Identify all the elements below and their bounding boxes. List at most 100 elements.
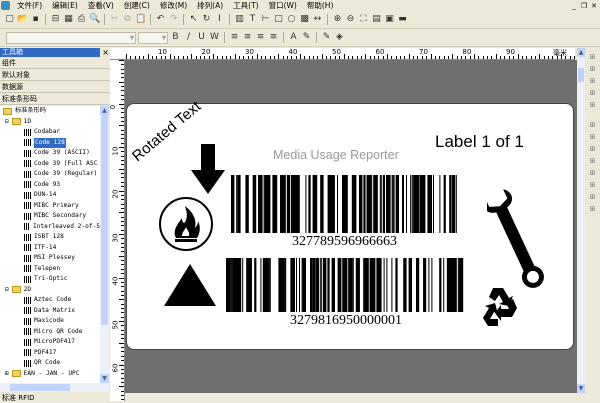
text-color-icon[interactable]: A <box>288 32 299 43</box>
dimension-tool-icon[interactable]: ↔ <box>312 14 323 25</box>
canvas-scroll-up[interactable]: ▲ <box>577 48 585 57</box>
barcode-2[interactable] <box>226 258 466 312</box>
wrench-icon[interactable] <box>487 184 547 292</box>
tree-group[interactable]: ⊞ EAN - JAN - UPC <box>0 369 100 380</box>
toolbox-section[interactable]: 数据源 <box>0 81 110 93</box>
toolbox-section[interactable]: 标准条形码 <box>0 93 110 105</box>
toolbox-section[interactable]: 默认对象 <box>0 69 110 81</box>
tree-item[interactable]: Code 39 (Regular) <box>0 169 100 180</box>
same-width-icon[interactable]: ⊞ <box>587 144 598 155</box>
tree-item[interactable]: Telepen <box>0 264 100 275</box>
view-printer-icon[interactable]: ▬ <box>397 14 408 25</box>
label-counter[interactable]: Label 1 of 1 <box>435 132 524 152</box>
toolbox-footer-section[interactable]: 标准 RFID <box>2 393 35 403</box>
tree-item[interactable]: Aztec Code <box>0 295 100 306</box>
barcode-tool-icon[interactable]: ▥ <box>234 14 245 25</box>
same-height-icon[interactable]: ⊞ <box>587 156 598 167</box>
font-name-select[interactable] <box>6 31 136 44</box>
align-left-icon[interactable]: ≡ <box>229 32 240 43</box>
expand-icon[interactable]: ⊞ <box>5 369 9 380</box>
line-color-icon[interactable]: ✎ <box>301 32 312 43</box>
tree-horizontal-scrollbar[interactable] <box>0 383 109 392</box>
open-icon[interactable]: 📂 <box>17 14 28 25</box>
menu-item[interactable]: 查看(V) <box>83 0 119 11</box>
tree-item[interactable]: Code 39 (ASCII) <box>0 148 100 159</box>
distribute-h-icon[interactable]: ⊞ <box>587 120 598 131</box>
canvas-vertical-scrollbar[interactable]: ▲ ▼ <box>577 48 585 393</box>
paste-icon[interactable]: 📋 <box>135 14 146 25</box>
menu-item[interactable]: 编辑(E) <box>47 0 83 11</box>
line-tool-icon[interactable]: ⊢ <box>260 14 271 25</box>
select-pointer-icon[interactable]: ↖ <box>188 14 199 25</box>
tree-item[interactable]: Data Matrix <box>0 306 100 317</box>
scroll-up-button[interactable]: ▲ <box>100 106 109 115</box>
undo-icon[interactable]: ↶ <box>155 14 166 25</box>
scroll-thumb[interactable] <box>101 115 108 325</box>
restore-button[interactable]: ❐ <box>580 2 588 10</box>
arrow-down-icon[interactable] <box>191 144 227 194</box>
tree-item[interactable]: DUN-14 <box>0 190 100 201</box>
label-title[interactable]: Media Usage Reporter <box>273 148 399 162</box>
menu-item[interactable]: 帮助(H) <box>302 0 339 11</box>
triangle-icon[interactable] <box>164 264 216 306</box>
tree-item[interactable]: Codabar <box>0 127 100 138</box>
menu-item[interactable]: 修改(M) <box>155 0 192 11</box>
tree-item[interactable]: Interleaved 2-of-5 <box>0 222 100 233</box>
menu-item[interactable]: 排列(A) <box>192 0 228 11</box>
view-label-icon[interactable]: ▣ <box>384 14 395 25</box>
align-center-icon[interactable]: ⊞ <box>587 64 598 75</box>
tree-root[interactable]: 标准条形码 <box>0 106 100 117</box>
tree-item[interactable]: MicroPDF417 <box>0 337 100 348</box>
toolbox-section[interactable]: 组件 <box>0 57 110 69</box>
flammable-icon[interactable] <box>158 196 214 252</box>
rotate-icon[interactable]: ↻ <box>201 14 212 25</box>
tree-item[interactable]: Code 39 (Full ASC <box>0 159 100 170</box>
zoom-out-icon[interactable]: ⊖ <box>345 14 356 25</box>
italic-icon[interactable]: / <box>183 32 194 43</box>
print-preview-icon[interactable]: 🔍 <box>89 14 100 25</box>
bold-icon[interactable]: B <box>170 32 181 43</box>
menu-item[interactable]: 文件(F) <box>12 0 47 11</box>
tree-item[interactable]: MIBC Primary <box>0 201 100 212</box>
save-icon[interactable]: ▪ <box>30 14 41 25</box>
tree-item[interactable]: QR Code <box>0 358 100 369</box>
menu-item[interactable]: 创建(C) <box>119 0 155 11</box>
ellipse-tool-icon[interactable]: ○ <box>286 14 297 25</box>
copy-icon[interactable]: ⧉ <box>122 14 133 25</box>
tree-group[interactable]: ⊟ 2D <box>0 285 100 296</box>
font-size-select[interactable] <box>138 31 168 44</box>
distribute-v-icon[interactable]: ⊞ <box>587 132 598 143</box>
align-top-icon[interactable]: ⊞ <box>587 88 598 99</box>
image-tool-icon[interactable]: ▩ <box>299 14 310 25</box>
tree-item[interactable]: Micro QR Code <box>0 327 100 338</box>
cut-icon[interactable]: ✂ <box>109 14 120 25</box>
tree-group[interactable]: ⊟ 1D <box>0 117 100 128</box>
menu-item[interactable]: 工具(T) <box>228 0 263 11</box>
close-icon[interactable]: × <box>102 48 109 57</box>
label-design[interactable]: Rotated Text Media Usage Reporter Label … <box>126 98 574 350</box>
tree-item[interactable]: ITF-14 <box>0 243 100 254</box>
print-icon[interactable]: ⎙ <box>76 14 87 25</box>
canvas-scroll-thumb[interactable] <box>578 68 584 82</box>
view-page-icon[interactable]: ▤ <box>371 14 382 25</box>
recycle-icon[interactable] <box>479 284 521 326</box>
fill-color-icon[interactable]: ◈ <box>334 32 345 43</box>
zoom-fit-icon[interactable]: ⛶ <box>358 14 369 25</box>
group-icon[interactable]: ⊞ <box>587 204 598 215</box>
rectangle-tool-icon[interactable]: □ <box>273 14 284 25</box>
collapse-icon[interactable]: ⊟ <box>5 285 9 296</box>
align-middle-icon[interactable]: ⊞ <box>587 100 598 111</box>
pen-icon[interactable]: ✎ <box>321 32 332 43</box>
page-setup-icon[interactable]: ⊟ <box>50 14 61 25</box>
canvas-scroll-down[interactable]: ▼ <box>577 384 585 393</box>
tree-item[interactable]: ISBT 128 <box>0 232 100 243</box>
design-canvas[interactable]: Rotated Text Media Usage Reporter Label … <box>125 60 577 393</box>
bring-front-icon[interactable]: ⊞ <box>587 180 598 191</box>
text-cursor-icon[interactable]: I <box>214 14 225 25</box>
hscroll-thumb[interactable] <box>10 384 70 391</box>
grid-icon[interactable]: ▦ <box>63 14 74 25</box>
align-left-icon[interactable]: ⊞ <box>587 52 598 63</box>
tree-item[interactable]: MSI Plessey <box>0 253 100 264</box>
send-back-icon[interactable]: ⊞ <box>587 192 598 203</box>
tree-item[interactable]: Code 93 <box>0 180 100 191</box>
